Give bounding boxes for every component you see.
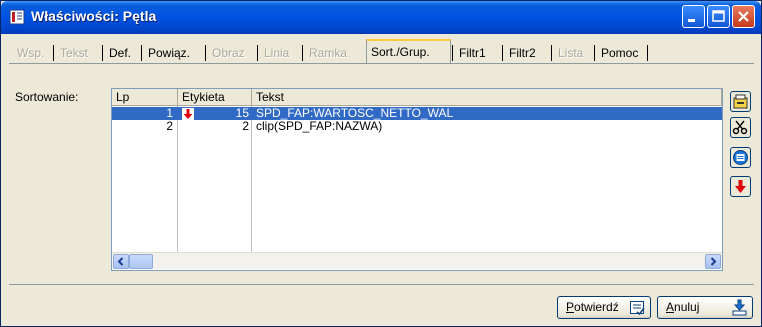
table-row[interactable]: 1 15 SPD_FAP:WARTOSC_NETTO_WAL xyxy=(112,107,722,120)
tab-separator xyxy=(594,45,595,61)
cancel-button[interactable]: Anuluj xyxy=(657,296,753,319)
cancel-label: nuluj xyxy=(674,300,700,314)
tab-linia: Linia xyxy=(264,46,290,60)
chevron-right-icon xyxy=(710,257,717,266)
tab-separator xyxy=(53,45,54,61)
sort-list[interactable]: Lp Etykieta Tekst 1 15 SPD_FAP:WARTOSC_N… xyxy=(111,88,723,271)
edit-sort-button[interactable] xyxy=(730,147,751,168)
tab-separator xyxy=(647,45,648,61)
confirm-accelerator: P xyxy=(566,300,575,314)
cut-icon xyxy=(732,120,748,135)
title-bar[interactable]: Właściwości: Pętla xyxy=(1,1,761,34)
tab-separator xyxy=(141,45,142,61)
edit-icon xyxy=(733,150,748,165)
sort-desc-icon xyxy=(735,180,746,193)
tab-ramka: Ramka xyxy=(309,46,348,60)
confirm-button[interactable]: Potwierdź xyxy=(557,296,651,319)
cancel-icon xyxy=(732,299,747,316)
tab-filtr2[interactable]: Filtr2 xyxy=(505,43,540,63)
tab-separator xyxy=(257,45,258,61)
cell-etykieta: 15 xyxy=(235,106,249,120)
column-header-etykieta[interactable]: Etykieta xyxy=(178,89,252,106)
sort-direction-button[interactable] xyxy=(730,176,751,197)
column-header-lp[interactable]: Lp xyxy=(112,89,178,106)
close-button[interactable] xyxy=(732,5,755,28)
tab-separator xyxy=(205,45,206,61)
minimize-icon xyxy=(688,19,695,22)
tab-separator xyxy=(452,45,453,61)
tab-wsp: Wsp. xyxy=(17,46,45,60)
tab-separator xyxy=(502,45,503,61)
tab-lista: Lista xyxy=(558,46,584,60)
divider xyxy=(9,284,754,285)
confirm-label: otwierdź xyxy=(574,300,619,314)
app-icon xyxy=(9,9,25,25)
scroll-left-button[interactable] xyxy=(113,254,129,269)
tab-powiaz[interactable]: Powiąz. xyxy=(144,43,194,63)
tab-separator xyxy=(551,45,552,61)
tab-tekst: Tekst xyxy=(60,46,89,60)
window-title: Właściwości: Pętla xyxy=(31,8,157,24)
cell-lp: 2 xyxy=(166,119,173,133)
cancel-accelerator: A xyxy=(666,300,675,314)
close-icon xyxy=(738,11,749,22)
confirm-icon xyxy=(630,301,645,316)
table-row[interactable]: 2 2 clip(SPD_FAP:NAZWA) xyxy=(112,120,722,133)
tab-separator xyxy=(102,45,103,61)
properties-window: Właściwości: Pętla Wsp. Tekst Def. Powią… xyxy=(0,0,762,327)
maximize-button[interactable] xyxy=(707,5,730,28)
tab-obraz: Obraz xyxy=(212,46,245,60)
tab-pomoc[interactable]: Pomoc xyxy=(597,43,642,63)
chevron-left-icon xyxy=(117,257,124,266)
add-sort-button[interactable] xyxy=(730,91,751,112)
tab-filtr1[interactable]: Filtr1 xyxy=(455,43,490,63)
minimize-button[interactable] xyxy=(682,5,705,28)
scroll-thumb[interactable] xyxy=(129,254,153,269)
sort-label: Sortowanie: xyxy=(15,90,79,104)
maximize-icon xyxy=(712,10,725,22)
add-icon xyxy=(733,94,748,109)
column-header-tekst[interactable]: Tekst xyxy=(252,89,722,106)
tab-def[interactable]: Def. xyxy=(105,43,135,63)
cell-tekst: clip(SPD_FAP:NAZWA) xyxy=(256,119,383,133)
cut-sort-button[interactable] xyxy=(730,117,751,138)
horizontal-scrollbar[interactable] xyxy=(112,252,722,269)
tab-strip: Wsp. Tekst Def. Powiąz. Obraz Linia Ramk… xyxy=(9,39,753,63)
scroll-right-button[interactable] xyxy=(705,254,721,269)
cell-etykieta: 2 xyxy=(242,119,249,133)
tab-separator xyxy=(302,45,303,61)
cell-lp: 1 xyxy=(166,106,173,120)
tab-sort-grup[interactable]: Sort./Grup. xyxy=(366,39,451,63)
